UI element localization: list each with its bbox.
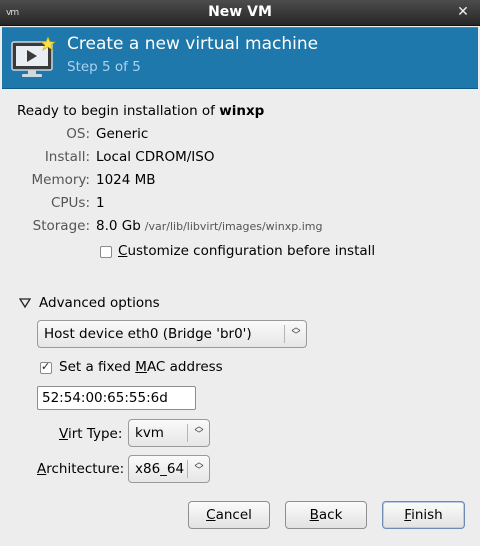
- mac-address-value: 52:54:00:65:55:6d: [42, 390, 168, 406]
- virt-type-select-separator: [187, 424, 188, 442]
- architecture-label-mnemonic: A: [37, 461, 47, 477]
- fixed-mac-label[interactable]: Set a fixed MAC address: [59, 359, 223, 375]
- fixed-mac-label-mnemonic: M: [135, 359, 147, 375]
- monitor-new-star-icon: [11, 36, 56, 77]
- network-select-value: Host device eth0 (Bridge 'br0'): [44, 326, 252, 342]
- close-icon[interactable]: ✕: [454, 3, 472, 21]
- triangle-down-icon[interactable]: [19, 297, 31, 309]
- cancel-button-mnemonic: C: [206, 507, 216, 523]
- architecture-select[interactable]: x86_64 ︿ ﹀: [128, 455, 210, 483]
- up-down-arrows-icon: ︿ ﹀: [194, 422, 204, 440]
- header-step: Step 5 of 5: [67, 59, 141, 75]
- fixed-mac-checkbox[interactable]: [40, 360, 52, 374]
- cpus-label: CPUs:: [50, 195, 90, 211]
- back-button-label: ack: [318, 507, 343, 523]
- finish-button[interactable]: Finish: [382, 501, 465, 529]
- header-banner: Create a new virtual machine Step 5 of 5: [2, 27, 478, 89]
- back-button-mnemonic: B: [309, 507, 319, 523]
- network-select[interactable]: Host device eth0 (Bridge 'br0') ︿ ﹀: [37, 320, 307, 348]
- memory-value: 1024 MB: [96, 172, 156, 188]
- memory-label: Memory:: [31, 172, 90, 188]
- header-title: Create a new virtual machine: [67, 34, 319, 54]
- storage-value-group: 8.0 Gb/var/lib/libvirt/images/winxp.img: [96, 218, 322, 234]
- customize-checkbox[interactable]: [100, 246, 112, 258]
- cpus-value: 1: [96, 195, 105, 211]
- os-label: OS:: [66, 126, 90, 142]
- back-button[interactable]: Back: [285, 501, 367, 529]
- install-label: Install:: [44, 149, 90, 165]
- customize-label-post: ustomize configuration before install: [127, 243, 376, 259]
- virt-type-select[interactable]: kvm ︿ ﹀: [128, 419, 210, 447]
- window-titlebar: vm New VM ✕: [0, 0, 480, 26]
- cancel-button-label: ancel: [215, 507, 252, 523]
- architecture-label-post: rchitecture:: [46, 461, 125, 477]
- network-select-separator: [284, 325, 285, 343]
- ready-heading: Ready to begin installation of winxp: [17, 103, 264, 119]
- customize-label[interactable]: Customize configuration before install: [118, 243, 375, 259]
- architecture-value: x86_64: [135, 461, 185, 477]
- up-down-arrows-icon: ︿ ﹀: [194, 458, 204, 476]
- virt-type-label-mnemonic: V: [59, 426, 68, 442]
- ready-prefix: Ready to begin installation of: [17, 103, 215, 119]
- os-value: Generic: [96, 126, 149, 142]
- virt-type-value: kvm: [135, 425, 164, 441]
- advanced-options-expander[interactable]: Advanced options: [39, 295, 160, 311]
- finish-button-label: inish: [411, 507, 443, 523]
- up-down-arrows-icon: ︿ ﹀: [291, 323, 301, 341]
- mac-address-input[interactable]: 52:54:00:65:55:6d: [37, 386, 196, 410]
- vm-name: winxp: [219, 103, 265, 119]
- storage-label: Storage:: [32, 218, 90, 234]
- architecture-select-separator: [187, 460, 188, 478]
- storage-value: 8.0 Gb: [96, 218, 141, 234]
- virt-type-label: Virt Type:: [59, 426, 122, 442]
- fixed-mac-label-pre: Set a fixed: [59, 359, 136, 375]
- install-value: Local CDROM/ISO: [96, 149, 215, 165]
- storage-path: /var/lib/libvirt/images/winxp.img: [144, 220, 323, 233]
- architecture-label: Architecture:: [37, 461, 124, 477]
- cancel-button[interactable]: Cancel: [188, 501, 270, 529]
- virt-type-label-post: irt Type:: [67, 426, 123, 442]
- fixed-mac-label-post: AC address: [146, 359, 223, 375]
- window-title: New VM: [208, 4, 272, 20]
